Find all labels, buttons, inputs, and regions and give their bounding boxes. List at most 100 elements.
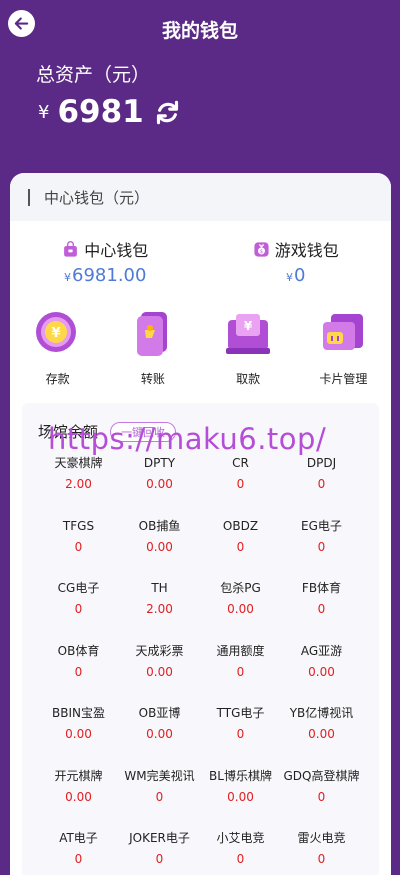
card-manage-label: 卡片管理 (319, 372, 368, 386)
venue-item-name: TTG电子 (216, 706, 265, 720)
venue-item: 包杀PG 0.00 (200, 580, 281, 643)
venue-item-value: 0.00 (308, 664, 335, 679)
venue-item-name: DPTY (143, 456, 176, 470)
venue-item-name: 包杀PG (220, 581, 261, 595)
venue-item: OB亚博 0.00 (119, 705, 200, 768)
venue-item-value: 0.00 (65, 727, 92, 741)
venue-item: WM完美视讯 0 (119, 768, 200, 831)
venue-item: GDQ高登棋牌 0 (281, 768, 362, 831)
venue-item: 雷火电竞 0 (281, 830, 362, 875)
venue-item-name: CG电子 (57, 581, 100, 595)
venue-item: 小艾电竞 0 (200, 830, 281, 875)
page-title: 我的钱包 (161, 20, 238, 42)
withdraw-button[interactable]: ¥ 取款 (201, 308, 296, 387)
wallet-game-amount: 0 (294, 265, 306, 286)
wallet-game-name: 游戏钱包 (274, 241, 339, 260)
venue-item-name: OBDZ (222, 518, 259, 533)
venue-item-value: 0 (317, 852, 326, 866)
card-manage-icon (323, 314, 364, 350)
wallet-center-name: 中心钱包 (84, 241, 149, 260)
header: 我的钱包 总资产（元） ¥ 6981 (0, 0, 400, 200)
venue-item: 通用额度 0 (200, 643, 281, 706)
wallet-card: 中心钱包（元） 中心钱包 ¥6981.00 $ 游戏钱包 ¥0 ¥ 存款 转账 … (10, 173, 391, 875)
venue-item-value: 0 (317, 602, 326, 616)
total-assets-label: 总资产（元） (36, 64, 151, 86)
venue-item: 天豪棋牌 2.00 (38, 455, 119, 518)
venue-item-name: TH (151, 581, 168, 595)
venue-item-value: 0 (155, 789, 164, 804)
venue-item-value: 0.00 (65, 789, 92, 804)
venue-item-value: 0 (74, 602, 83, 616)
venue-item: TFGS 0 (38, 518, 119, 581)
svg-text:¥: ¥ (244, 319, 253, 333)
bag-icon (64, 240, 78, 257)
transfer-phone-icon (136, 312, 167, 356)
transfer-label: 转账 (140, 372, 165, 386)
venue-item: FB体育 0 (281, 580, 362, 643)
venue-item-value: 0.00 (146, 539, 173, 554)
venue-item: EG电子 0 (281, 518, 362, 581)
venue-item-value: 0 (236, 664, 245, 679)
svg-text:¥: ¥ (51, 326, 60, 341)
wallet-center-amount-row: ¥6981.00 (10, 265, 201, 286)
venue-item-name: OB亚博 (138, 706, 181, 720)
wallets-row: 中心钱包 ¥6981.00 $ 游戏钱包 ¥0 (10, 237, 391, 286)
refresh-icon[interactable] (154, 99, 181, 126)
venue-item: JOKER电子 0 (119, 830, 200, 875)
venue-item-value: 0.00 (146, 664, 173, 679)
venue-item: OBDZ 0 (200, 518, 281, 581)
venue-item-name: AG亚游 (300, 643, 343, 658)
money-bag-icon: $ (254, 241, 269, 257)
venue-item-value: 2.00 (65, 477, 92, 491)
venue-item-value: 0 (74, 852, 83, 866)
venue-item-name: DPDJ (306, 456, 337, 470)
venue-item: 开元棋牌 0.00 (38, 768, 119, 831)
venue-item-value: 0 (317, 789, 326, 804)
wallet-center[interactable]: 中心钱包 ¥6981.00 (10, 237, 201, 286)
watermark-url: https://maku6.top/ (48, 422, 327, 456)
venue-item-value: 0.00 (308, 727, 335, 741)
venue-item-value: 0.00 (227, 789, 254, 804)
total-assets-row: ¥ 6981 (38, 94, 181, 130)
venue-item: AT电子 0 (38, 830, 119, 875)
venue-item: BBIN宝盈 0.00 (38, 705, 119, 768)
venue-item-name: BBIN宝盈 (52, 706, 105, 720)
venue-item-value: 0 (236, 852, 245, 866)
venue-item-name: GDQ高登棋牌 (283, 768, 360, 783)
deposit-coin-icon: ¥ (35, 312, 76, 352)
total-assets-amount: 6981 (57, 94, 144, 130)
wallet-game[interactable]: $ 游戏钱包 ¥0 (201, 237, 392, 286)
venue-item-name: TFGS (62, 518, 95, 533)
venue-item: OB体育 0 (38, 643, 119, 706)
deposit-button[interactable]: ¥ 存款 (10, 308, 105, 387)
venue-item: DPDJ 0 (281, 455, 362, 518)
venue-item-value: 0.00 (146, 477, 173, 491)
title-bar (28, 188, 30, 206)
wallet-game-name-row: $ 游戏钱包 (201, 237, 392, 261)
venue-item: CG电子 0 (38, 580, 119, 643)
venue-item: OB捕鱼 0.00 (119, 518, 200, 581)
venue-item-name: YB亿博视讯 (289, 706, 354, 720)
venue-item: AG亚游 0.00 (281, 643, 362, 706)
wallet-center-currency: ¥ (64, 271, 72, 284)
transfer-button[interactable]: 转账 (105, 308, 200, 387)
venue-item-name: CR (232, 456, 249, 470)
venue-item: YB亿博视讯 0.00 (281, 705, 362, 768)
venue-item-name: OB捕鱼 (138, 518, 181, 533)
venue-item: 天成彩票 0.00 (119, 643, 200, 706)
venue-item-name: 通用额度 (216, 643, 265, 658)
venue-item-value: 0 (236, 539, 245, 554)
withdraw-label: 取款 (236, 372, 261, 386)
card-title: 中心钱包（元） (44, 188, 150, 207)
venue-item-value: 0 (236, 477, 245, 491)
venue-item-name: EG电子 (301, 518, 342, 533)
venue-item-name: FB体育 (301, 581, 342, 595)
wallet-game-amount-row: ¥0 (201, 265, 392, 286)
venue-item-value: 0.00 (146, 727, 173, 741)
card-manage-button[interactable]: 卡片管理 (296, 308, 391, 387)
venue-item-name: OB体育 (57, 643, 100, 658)
venue-item-name: 天豪棋牌 (54, 456, 103, 470)
deposit-label: 存款 (45, 372, 70, 386)
venue-grid: 天豪棋牌 2.00 DPTY 0.00 CR 0 DPDJ 0 TFGS 0 OB捕鱼 0.00 OBD… (22, 455, 379, 875)
venue-item-value: 0 (74, 664, 83, 679)
